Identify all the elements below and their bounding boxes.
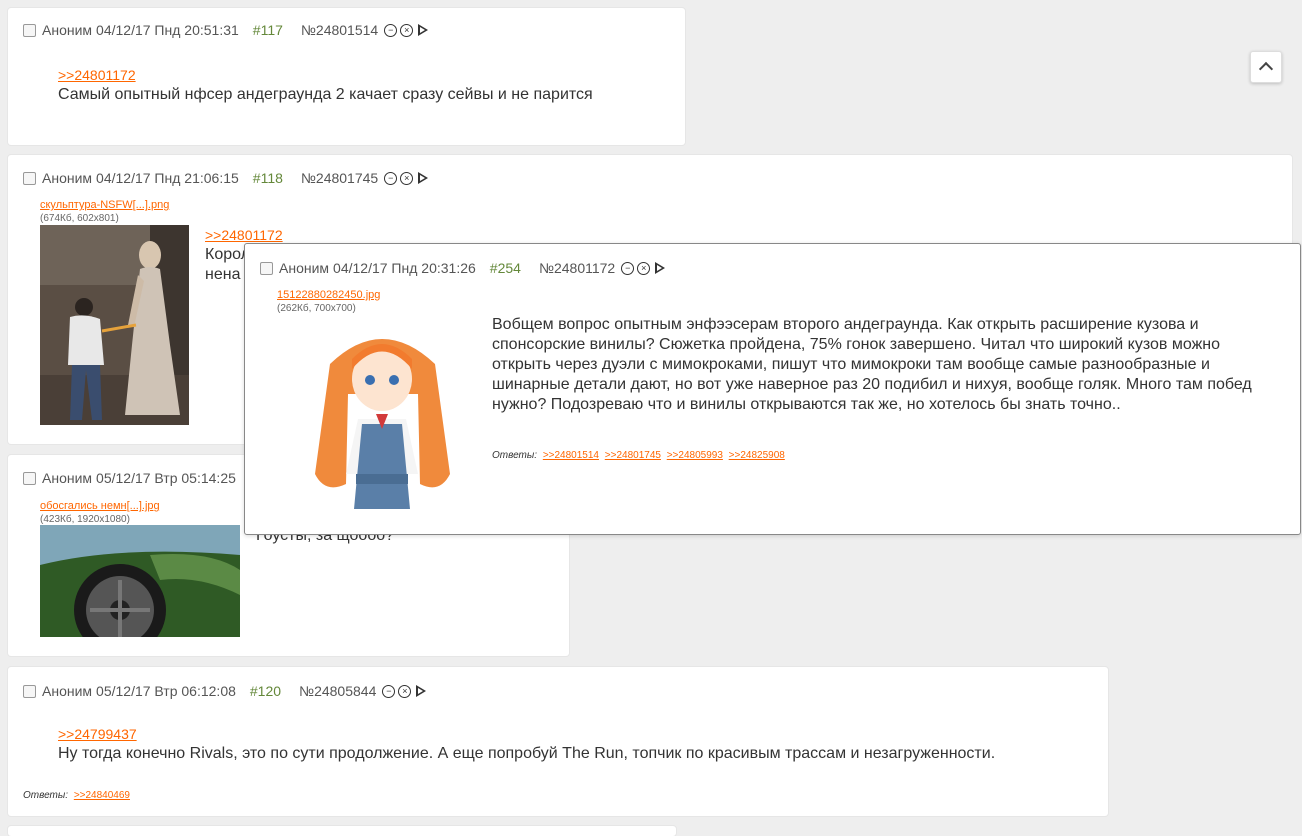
- minus-circle-icon[interactable]: −: [384, 171, 398, 185]
- post-id[interactable]: №24801745: [301, 170, 378, 186]
- play-icon[interactable]: [418, 24, 429, 36]
- answer-link[interactable]: >>24801745: [605, 450, 661, 461]
- post-message: Вобщем вопрос опытным энфээсерам второго…: [492, 316, 1252, 413]
- author-name: Аноним: [42, 170, 93, 186]
- file-meta: (423Кб, 1920x1080): [40, 514, 130, 525]
- post-120: Аноним 05/12/17 Втр 06:12:08 #120 №24805…: [8, 667, 1108, 816]
- answer-link[interactable]: >>24801514: [543, 450, 599, 461]
- x-circle-icon[interactable]: ×: [398, 684, 412, 698]
- post-preview-popup: Аноним 04/12/17 Пнд 20:31:26 #254 №24801…: [244, 243, 1301, 535]
- post-header: Аноним 04/12/17 Пнд 20:51:31 #117 №24801…: [23, 22, 429, 38]
- sculpture-thumbnail[interactable]: [40, 225, 189, 425]
- car-thumbnail[interactable]: [40, 525, 240, 637]
- file-name-link[interactable]: скульптура-NSFW[...].png: [40, 199, 169, 211]
- post-id[interactable]: №24801172: [539, 260, 615, 276]
- x-circle-icon[interactable]: ×: [637, 261, 651, 275]
- post-actions: − ×: [382, 684, 427, 698]
- post-number[interactable]: #117: [253, 22, 283, 38]
- play-icon[interactable]: [655, 262, 666, 274]
- post-header: Аноним 05/12/17 Втр 05:14:25: [23, 470, 236, 486]
- post-header: Аноним 04/12/17 Пнд 20:31:26 #254 №24801…: [260, 260, 666, 276]
- select-checkbox[interactable]: [23, 23, 36, 37]
- scroll-to-top-button[interactable]: [1250, 51, 1282, 83]
- post-actions: − ×: [384, 171, 429, 185]
- post-number[interactable]: #118: [253, 170, 283, 186]
- author-name: Аноним: [42, 22, 93, 38]
- play-icon[interactable]: [416, 685, 427, 697]
- post-message: Самый опытный нфсер андеграунда 2 качает…: [58, 86, 593, 103]
- post-117: Аноним 04/12/17 Пнд 20:51:31 #117 №24801…: [8, 8, 685, 145]
- author-name: Аноним: [42, 470, 93, 486]
- post-header: Аноним 04/12/17 Пнд 21:06:15 #118 №24801…: [23, 170, 429, 186]
- play-icon[interactable]: [418, 172, 429, 184]
- post-date: 05/12/17 Втр 05:14:25: [96, 470, 236, 486]
- answers-label: Ответы:: [23, 790, 69, 801]
- post-date: 04/12/17 Пнд 20:51:31: [96, 22, 239, 38]
- post-number[interactable]: #254: [490, 260, 521, 276]
- anime-girl-thumbnail[interactable]: [300, 324, 465, 516]
- file-meta: (674Кб, 602x801): [40, 213, 119, 224]
- x-circle-icon[interactable]: ×: [400, 171, 414, 185]
- post-actions: − ×: [621, 261, 666, 275]
- answer-link[interactable]: >>24840469: [74, 790, 130, 801]
- select-checkbox[interactable]: [23, 471, 36, 485]
- post-date: 04/12/17 Пнд 20:31:26: [333, 260, 476, 276]
- answer-link[interactable]: >>24825908: [729, 450, 785, 461]
- reply-link[interactable]: >>24801172: [58, 67, 136, 83]
- file-name-link[interactable]: 15122880282450.jpg: [277, 289, 380, 301]
- post-message-line2: нена: [205, 266, 241, 283]
- reply-link[interactable]: >>24799437: [58, 726, 137, 742]
- answers-list: Ответы: >>24801514 >>24801745 >>24805993…: [492, 450, 785, 461]
- minus-circle-icon[interactable]: −: [382, 684, 396, 698]
- author-name: Аноним: [42, 683, 93, 699]
- post-message: Ну тогда конечно Rivals, это по сути про…: [58, 745, 996, 762]
- answers-list: Ответы: >>24840469: [23, 790, 130, 801]
- minus-circle-icon[interactable]: −: [621, 261, 635, 275]
- post-header: Аноним 05/12/17 Втр 06:12:08 #120 №24805…: [23, 683, 427, 699]
- post-actions: − ×: [384, 23, 429, 37]
- reply-link[interactable]: >>24801172: [205, 227, 283, 243]
- minus-circle-icon[interactable]: −: [384, 23, 398, 37]
- post-next-edge: [8, 826, 676, 836]
- post-number[interactable]: #120: [250, 683, 281, 699]
- answers-label: Ответы:: [492, 450, 538, 461]
- file-meta: (262Кб, 700x700): [277, 303, 356, 314]
- answer-link[interactable]: >>24805993: [667, 450, 723, 461]
- x-circle-icon[interactable]: ×: [400, 23, 414, 37]
- file-name-link[interactable]: обосгались немн[...].jpg: [40, 500, 160, 512]
- post-date: 05/12/17 Втр 06:12:08: [96, 683, 236, 699]
- select-checkbox[interactable]: [260, 261, 273, 275]
- post-id[interactable]: №24805844: [299, 683, 376, 699]
- author-name: Аноним: [279, 260, 330, 276]
- post-id[interactable]: №24801514: [301, 22, 378, 38]
- post-date: 04/12/17 Пнд 21:06:15: [96, 170, 239, 186]
- select-checkbox[interactable]: [23, 684, 36, 698]
- select-checkbox[interactable]: [23, 171, 36, 185]
- chevron-up-icon: [1258, 61, 1274, 77]
